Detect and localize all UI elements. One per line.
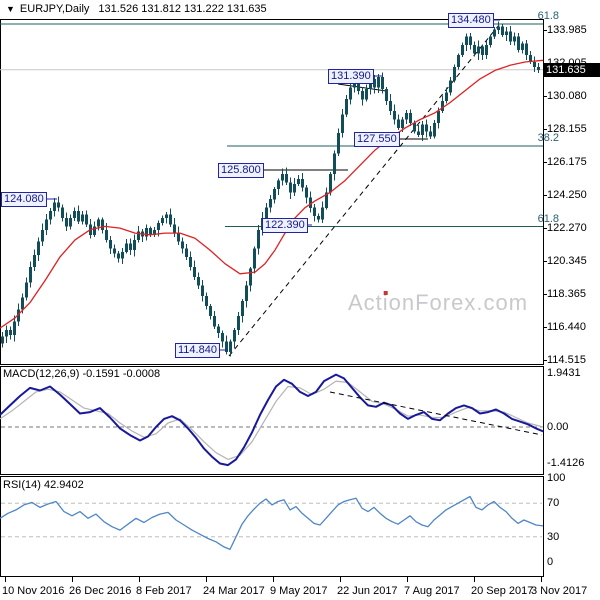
time-axis-tick	[206, 577, 207, 582]
price-axis-label: 126.175	[547, 156, 587, 168]
time-axis-tick	[407, 577, 408, 582]
price-callout: 114.840	[175, 343, 220, 358]
macd-indicator-label: MACD(12,26,9) -0.1591 -0.0008	[3, 368, 160, 380]
price-callout: 122.390	[262, 218, 308, 233]
price-axis-label: 130.080	[547, 90, 587, 102]
fib-level-label: 61.8	[537, 9, 559, 22]
time-axis-label: 24 Mar 2017	[203, 585, 265, 597]
rsi-label-name: RSI(14)	[3, 479, 41, 491]
price-callout: 124.080	[1, 192, 47, 207]
macd-pane[interactable]	[0, 366, 544, 475]
price-axis-label: 118.365	[547, 288, 586, 300]
time-axis-label: 10 Nov 2016	[2, 585, 65, 597]
time-axis-label: 7 Aug 2017	[404, 585, 460, 597]
title-bar: ▼ EURJPY,Daily 131.526 131.812 131.222 131…	[0, 0, 600, 19]
ohlc-values: 131.526 131.812 131.222 131.635	[98, 3, 267, 15]
indicator-axis-label: 0.00	[547, 421, 569, 433]
time-axis-label: 9 May 2017	[270, 585, 328, 597]
time-axis-tick	[72, 577, 73, 582]
time-axis-label: 3 Nov 2017	[531, 585, 588, 597]
time-axis-tick	[139, 577, 140, 582]
fib-level-label: 38.2	[537, 132, 559, 145]
rsi-pane[interactable]	[0, 476, 544, 577]
price-axis-label: 120.345	[547, 255, 587, 267]
indicator-axis-label: 1.9431	[547, 367, 581, 379]
chart-window: ▼ EURJPY,Daily 131.526 131.812 131.222 131…	[0, 0, 600, 600]
time-axis-tick	[340, 577, 341, 582]
time-axis-label: 22 Jun 2017	[337, 585, 398, 597]
time-axis-label: 26 Dec 2016	[69, 585, 132, 597]
time-axis-tick	[273, 577, 274, 582]
price-callout: 125.800	[218, 163, 264, 178]
price-axis-label: 124.250	[547, 189, 587, 201]
watermark-red-dot	[383, 291, 388, 295]
time-axis-tick	[5, 577, 6, 582]
rsi-indicator-label: RSI(14) 42.9402	[3, 479, 84, 491]
time-axis-label: 20 Sep 2017	[471, 585, 534, 597]
price-axis-label: 116.440	[547, 321, 586, 333]
fib-level-label: 61.8	[537, 212, 559, 225]
current-price-tag: 131.635	[543, 63, 600, 77]
watermark-text: ActionForex.com	[348, 290, 528, 315]
time-axis-label: 8 Feb 2017	[136, 585, 192, 597]
price-axis-label: 114.515	[547, 354, 586, 366]
rsi-label-value: 42.9402	[43, 479, 84, 491]
time-axis-tick	[474, 577, 475, 582]
price-callout: 127.550	[354, 132, 400, 147]
price-chart-pane[interactable]: ActionForex.com	[0, 19, 544, 365]
indicator-axis-label: 30	[547, 531, 560, 543]
macd-label-values: -0.1591 -0.0008	[82, 368, 161, 380]
indicator-axis-label: 0	[547, 556, 554, 568]
symbol-dropdown-icon[interactable]: ▼	[0, 4, 20, 14]
indicator-axis-label: 70	[547, 497, 560, 509]
indicator-axis-label: -1.4126	[547, 457, 585, 469]
indicator-axis-label: 100	[547, 472, 566, 484]
price-axis-label: 133.985	[547, 24, 587, 36]
time-axis-tick	[541, 577, 542, 582]
symbol-title: EURJPY,Daily	[19, 3, 90, 15]
price-callout: 131.390	[328, 69, 374, 84]
macd-label-name: MACD(12,26,9)	[3, 368, 80, 380]
price-callout: 134.480	[448, 13, 494, 28]
